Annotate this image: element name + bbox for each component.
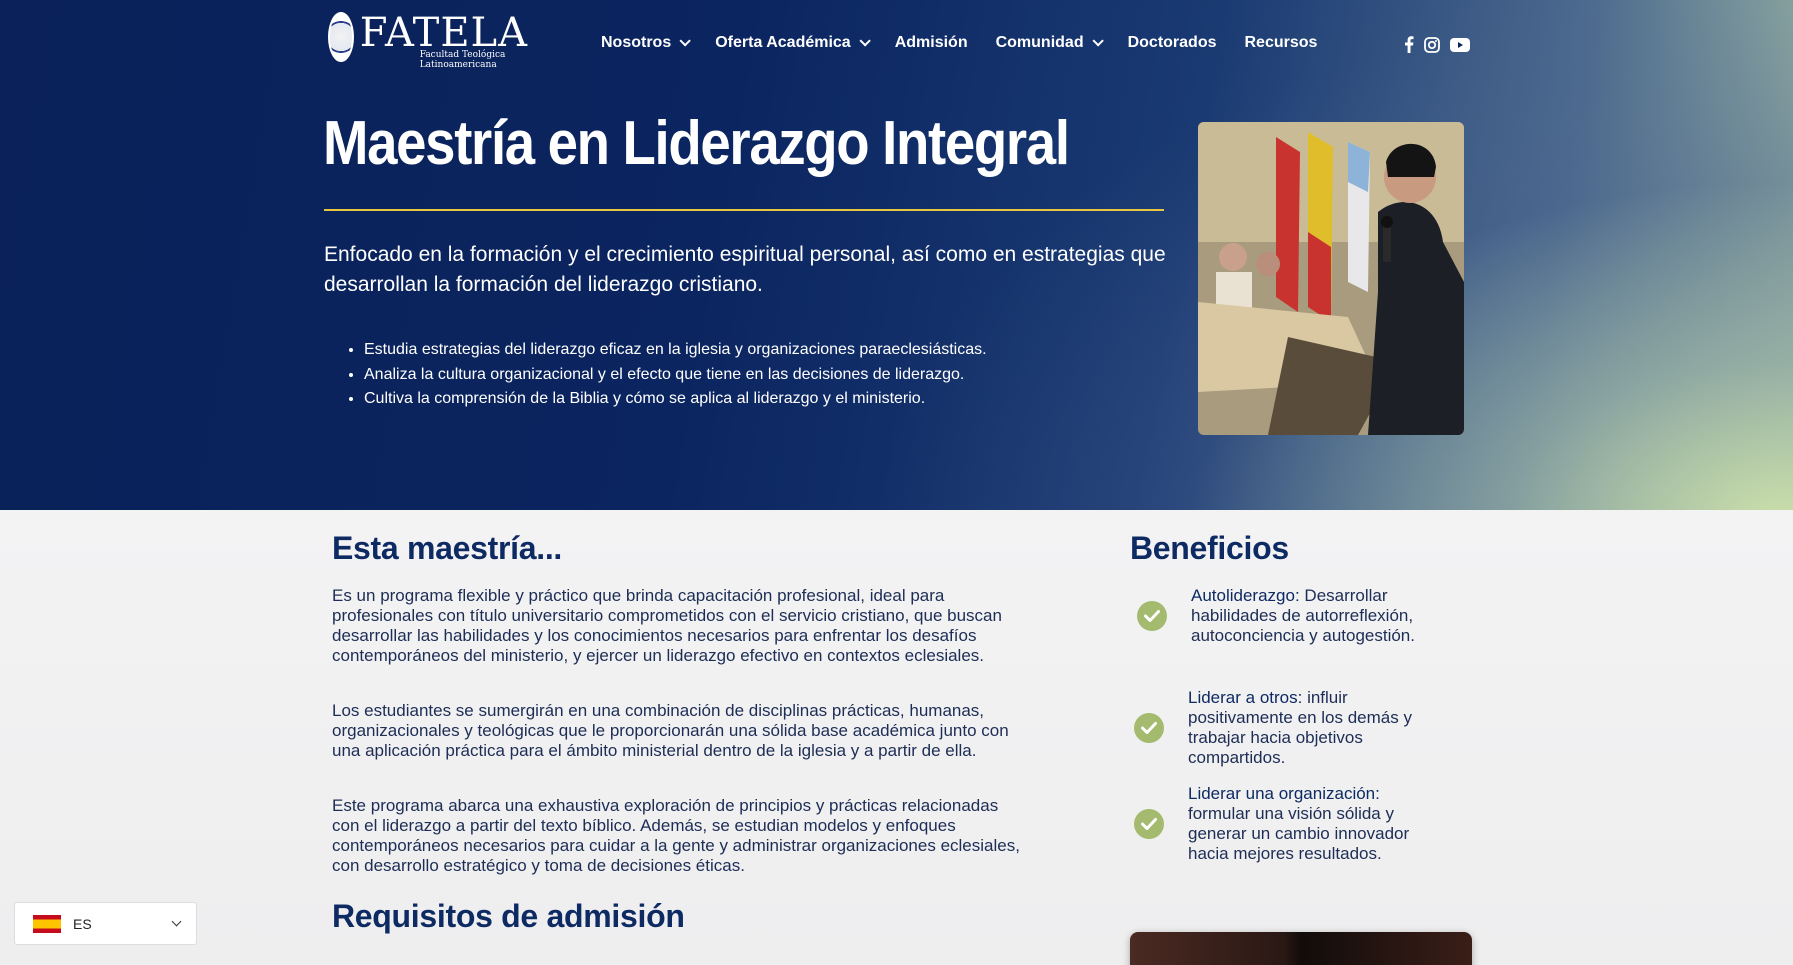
youtube-icon[interactable] [1450,37,1470,52]
hero-bullets: Estudia estrategias del liderazgo eficaz… [364,338,1084,412]
hero-photo-speaker-at-podium [1198,122,1464,435]
about-paragraph: Es un programa flexible y práctico que b… [332,586,1002,665]
hero-section: FATELA Facultad Teológica Latinoamerican… [0,0,1793,510]
instagram-icon[interactable] [1424,36,1440,53]
check-circle-icon [1134,713,1164,743]
list-item: Cultiva la comprensión de la Biblia y có… [364,387,1084,412]
content-section: Esta maestría... Es un programa flexible… [0,510,1793,965]
chevron-down-icon [859,35,871,47]
benefit-item: Liderar a otros: influir positivamente e… [1134,688,1438,768]
list-item: Analiza la cultura organizacional y el e… [364,363,1084,388]
chevron-down-icon [679,35,692,47]
main-nav: Nosotros Oferta Académica Admisión Comun… [601,34,1345,52]
nav-item-comunidad[interactable]: Comunidad [996,34,1104,52]
chevron-down-icon [171,916,182,927]
about-paragraph: Los estudiantes se sumergirán en una com… [332,701,1009,760]
benefit-item: Autoliderazgo: Desarrollar habilidades d… [1137,586,1441,646]
about-paragraph: Este programa abarca una exhaustiva expl… [332,796,1020,875]
nav-item-recursos[interactable]: Recursos [1245,34,1318,52]
language-code: ES [73,915,92,932]
page-title: Maestría en Liderazgo Integral [323,109,1070,178]
list-item: Estudia estrategias del liderazgo eficaz… [364,338,1084,363]
benefit-item: Liderar una organización: formular una v… [1134,784,1438,864]
social-links [1404,36,1470,53]
hero-lead: Enfocado en la formación y el crecimient… [324,243,1166,296]
nav-item-doctorados[interactable]: Doctorados [1128,34,1217,52]
fatela-logo[interactable]: FATELA Facultad Teológica Latinoamerican… [328,10,528,78]
section-heading-maestria: Esta maestría... [332,530,562,566]
seal-icon [328,12,354,62]
title-divider [324,209,1164,211]
nav-item-admision[interactable]: Admisión [895,34,968,52]
video-thumbnail[interactable] [1130,932,1472,965]
chevron-down-icon [1092,35,1104,47]
facebook-icon[interactable] [1404,36,1414,53]
check-circle-icon [1134,809,1164,839]
nav-item-nosotros[interactable]: Nosotros [601,34,692,52]
language-selector[interactable]: ES [14,902,197,945]
section-heading-requisitos: Requisitos de admisión [332,898,685,934]
section-heading-beneficios: Beneficios [1130,530,1289,566]
spain-flag-icon [33,914,61,933]
nav-item-oferta-academica[interactable]: Oferta Académica [715,34,871,52]
check-circle-icon [1137,601,1167,631]
